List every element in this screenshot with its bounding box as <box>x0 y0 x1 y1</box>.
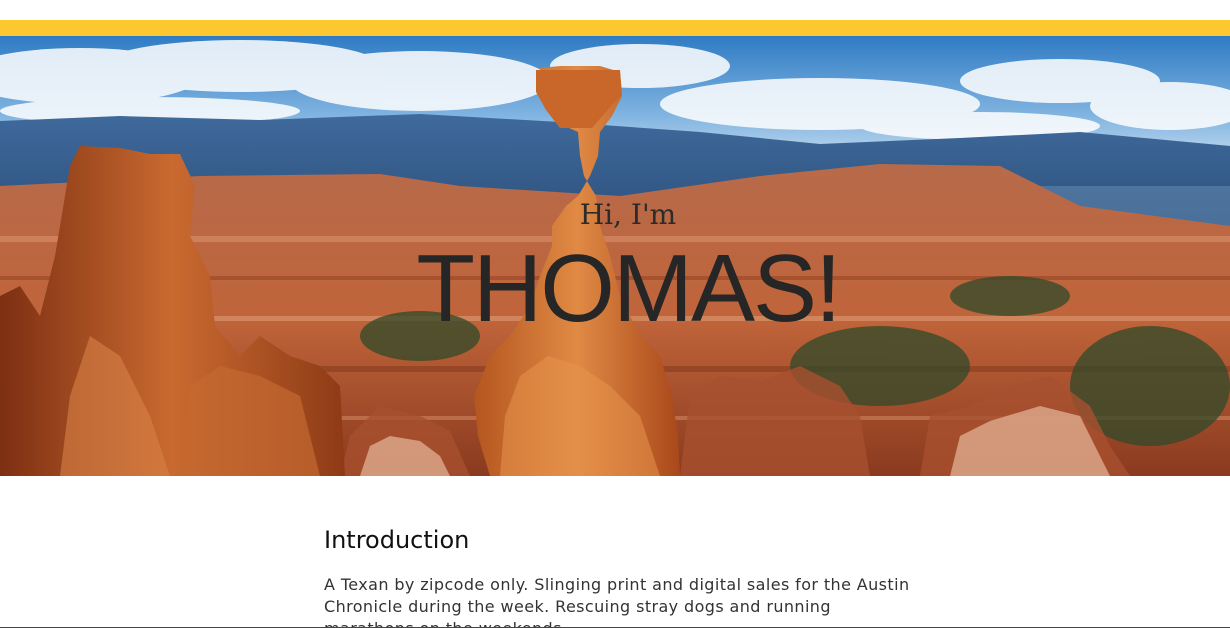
intro-heading: Introduction <box>324 526 470 554</box>
intro-section: Introduction A Texan by zipcode only. Sl… <box>324 520 924 628</box>
page: Hi, I'm THOMAS! Introduction A Texan by … <box>0 0 1230 628</box>
hero-greeting: Hi, I'm <box>579 198 677 231</box>
hero-name: THOMAS! <box>416 235 841 342</box>
intro-paragraph: A Texan by zipcode only. Slinging print … <box>324 575 910 628</box>
accent-bar <box>0 20 1230 36</box>
hero-banner: Hi, I'm THOMAS! <box>0 36 1230 476</box>
